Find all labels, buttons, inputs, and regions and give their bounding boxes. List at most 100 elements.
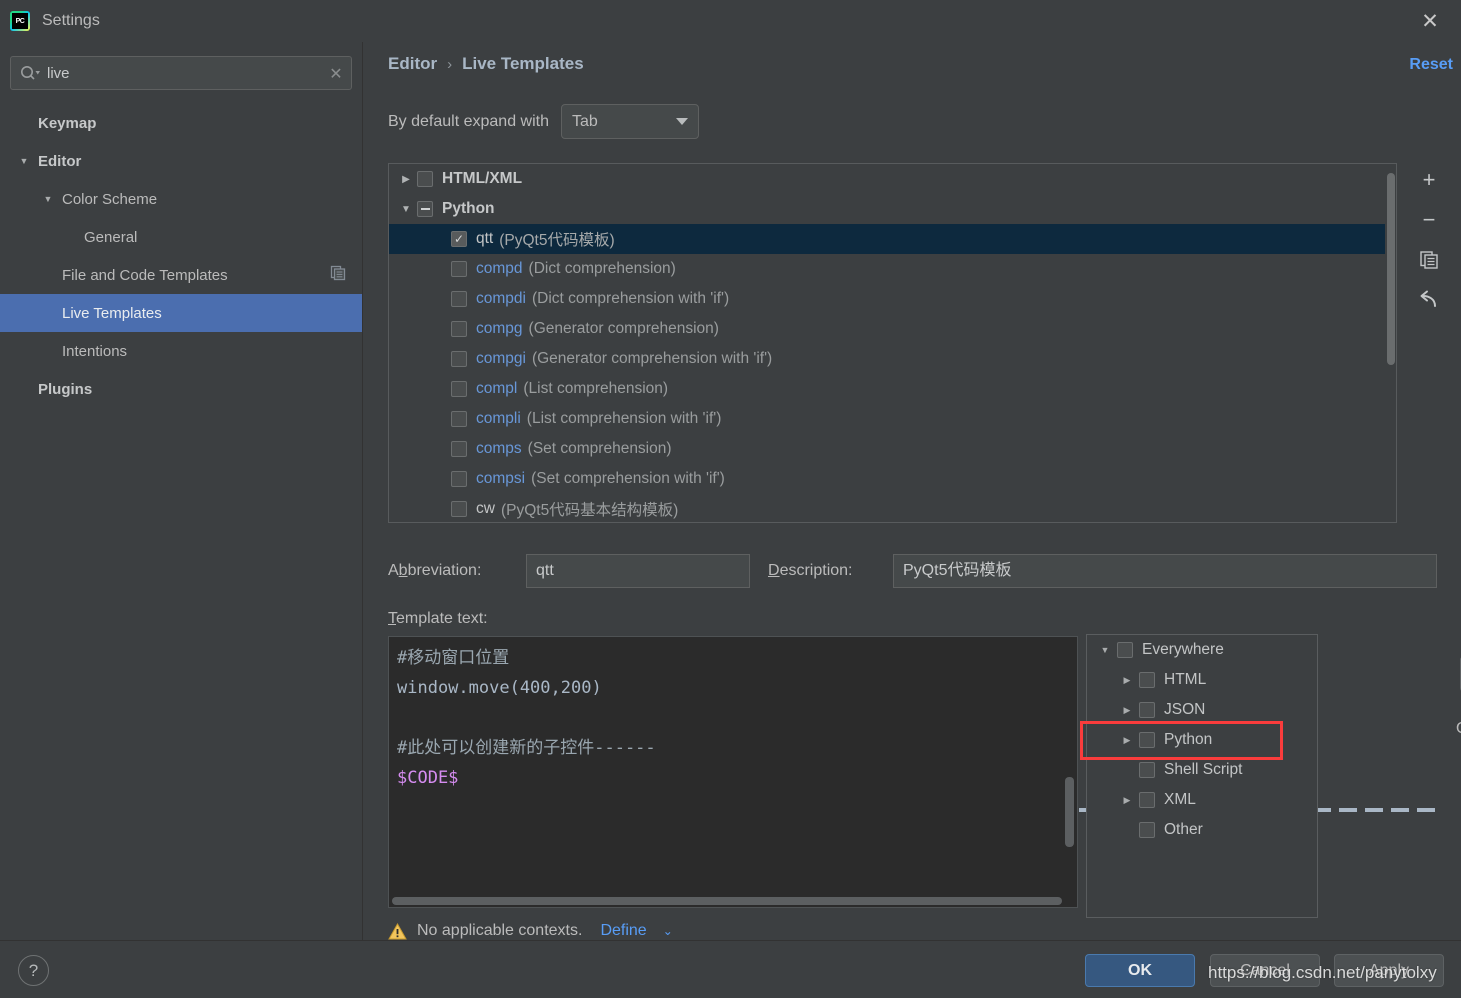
breadcrumb-parent[interactable]: Editor: [388, 54, 437, 74]
default-expand-with-label: By default expand with: [388, 112, 549, 130]
template-row[interactable]: compgi (Generator comprehension with 'if…: [389, 344, 1396, 374]
editor-horizontal-scrollbar[interactable]: [390, 895, 1077, 906]
template-abbreviation: compl: [476, 380, 518, 397]
code-line-comment2: #此处可以创建新的子控件------: [397, 738, 656, 758]
template-checkbox[interactable]: [451, 471, 467, 487]
context-item-python[interactable]: ▶ Python: [1087, 725, 1317, 755]
sidebar-item-general[interactable]: General: [0, 218, 362, 256]
template-description: (List comprehension): [523, 380, 669, 397]
define-link[interactable]: Define: [600, 922, 646, 940]
sidebar-item-color-scheme[interactable]: ▼ Color Scheme: [0, 180, 362, 218]
template-row[interactable]: compg (Generator comprehension): [389, 314, 1396, 344]
abbreviation-input[interactable]: qtt: [526, 554, 750, 588]
template-row[interactable]: comps (Set comprehension): [389, 434, 1396, 464]
context-item-xml[interactable]: ▶ XML: [1087, 785, 1317, 815]
search-input[interactable]: [43, 64, 321, 82]
scrollbar-thumb[interactable]: [1387, 173, 1395, 365]
context-item-label: JSON: [1164, 701, 1206, 718]
copy-icon[interactable]: [1412, 243, 1446, 277]
context-checkbox[interactable]: [1139, 762, 1155, 778]
context-checkbox[interactable]: [1139, 732, 1155, 748]
code-line-comment: #移动窗口位置: [397, 648, 510, 668]
template-row[interactable]: compsi (Set comprehension with 'if'): [389, 464, 1396, 494]
live-templates-tree[interactable]: ▶ HTML/XML ▼ Python ✓ qtt (PyQt5代码模板) co…: [388, 163, 1397, 523]
template-description: (Set comprehension with 'if'): [531, 470, 725, 487]
context-item-label: Shell Script: [1164, 761, 1243, 778]
sidebar-item-file-and-code-templates[interactable]: File and Code Templates: [0, 256, 362, 294]
chevron-right-icon[interactable]: ▶: [1115, 735, 1139, 746]
template-abbreviation: cw: [476, 500, 495, 517]
context-selection-popup[interactable]: ▼ Everywhere ▶ HTML ▶ JSON ▶ Python Shel…: [1086, 634, 1318, 918]
copy-icon[interactable]: [330, 265, 346, 285]
default-expand-with-dropdown[interactable]: Tab: [561, 104, 699, 139]
context-item-shell-script[interactable]: Shell Script: [1087, 755, 1317, 785]
template-row[interactable]: compdi (Dict comprehension with 'if'): [389, 284, 1396, 314]
chevron-right-icon[interactable]: ▶: [395, 174, 417, 185]
chevron-down-icon[interactable]: ▼: [1093, 645, 1117, 655]
template-row[interactable]: ✓ qtt (PyQt5代码模板): [389, 224, 1396, 254]
template-text-editor[interactable]: #移动窗口位置 window.move(400,200) #此处可以创建新的子控…: [388, 636, 1078, 908]
breadcrumb-separator-icon: ›: [447, 55, 453, 73]
context-item-label: HTML: [1164, 671, 1207, 688]
chevron-down-icon[interactable]: ▼: [395, 204, 417, 215]
scrollbar-thumb[interactable]: [1065, 777, 1074, 847]
sidebar-item-live-templates[interactable]: Live Templates: [0, 294, 362, 332]
template-checkbox[interactable]: [451, 411, 467, 427]
context-item-other[interactable]: Other: [1087, 815, 1317, 845]
template-checkbox[interactable]: [451, 381, 467, 397]
template-description: (Dict comprehension): [528, 260, 676, 277]
chevron-down-icon[interactable]: ⌄: [663, 924, 673, 938]
description-input[interactable]: PyQt5代码模板: [893, 554, 1437, 588]
template-row[interactable]: compd (Dict comprehension): [389, 254, 1396, 284]
ok-button[interactable]: OK: [1085, 954, 1195, 987]
context-checkbox[interactable]: [1117, 642, 1133, 658]
template-abbreviation: compli: [476, 410, 521, 427]
close-icon[interactable]: ✕: [1415, 8, 1445, 34]
template-row[interactable]: compli (List comprehension with 'if'): [389, 404, 1396, 434]
minus-icon[interactable]: −: [1412, 203, 1446, 237]
editor-vertical-scrollbar[interactable]: [1065, 777, 1076, 847]
revert-icon[interactable]: [1412, 283, 1446, 317]
template-checkbox[interactable]: ✓: [451, 231, 467, 247]
scrollbar-thumb[interactable]: [392, 897, 1062, 905]
context-checkbox[interactable]: [1139, 702, 1155, 718]
apply-button[interactable]: Apply: [1334, 954, 1444, 987]
help-icon[interactable]: ?: [18, 955, 49, 986]
sidebar-item-intentions[interactable]: Intentions: [0, 332, 362, 370]
cancel-button[interactable]: Cancel: [1210, 954, 1320, 987]
chevron-right-icon[interactable]: ▶: [1115, 705, 1139, 716]
template-checkbox[interactable]: [451, 501, 467, 517]
context-checkbox[interactable]: [1139, 672, 1155, 688]
context-checkbox[interactable]: [1139, 822, 1155, 838]
chevron-right-icon[interactable]: ▶: [1115, 675, 1139, 686]
template-row[interactable]: cw (PyQt5代码基本结构模板): [389, 494, 1396, 522]
template-checkbox[interactable]: [417, 171, 433, 187]
chevron-down-icon[interactable]: ▼: [40, 194, 56, 204]
sidebar-item-keymap[interactable]: Keymap: [0, 104, 362, 142]
reset-link[interactable]: Reset: [1409, 56, 1453, 74]
context-item-html[interactable]: ▶ HTML: [1087, 665, 1317, 695]
template-checkbox[interactable]: [451, 441, 467, 457]
chevron-down-icon[interactable]: ▼: [16, 156, 32, 166]
template-checkbox[interactable]: [451, 261, 467, 277]
template-checkbox[interactable]: [451, 321, 467, 337]
chevron-right-icon[interactable]: ▶: [1115, 795, 1139, 806]
template-group-row[interactable]: ▼ Python: [389, 194, 1396, 224]
template-checkbox[interactable]: [451, 351, 467, 367]
clear-search-icon[interactable]: ✕: [321, 64, 351, 83]
template-checkbox[interactable]: [417, 201, 433, 217]
template-checkbox[interactable]: [451, 291, 467, 307]
sidebar-item-label: File and Code Templates: [62, 266, 228, 284]
templates-scrollbar[interactable]: [1385, 165, 1396, 522]
context-checkbox[interactable]: [1139, 792, 1155, 808]
template-abbreviation: HTML/XML: [442, 170, 523, 187]
sidebar-item-editor[interactable]: ▼ Editor: [0, 142, 362, 180]
template-row[interactable]: compl (List comprehension): [389, 374, 1396, 404]
template-group-row[interactable]: ▶ HTML/XML: [389, 164, 1396, 194]
context-item-json[interactable]: ▶ JSON: [1087, 695, 1317, 725]
search-box[interactable]: ✕: [10, 56, 352, 90]
warning-icon: [388, 922, 407, 940]
sidebar-item-plugins[interactable]: Plugins: [0, 370, 362, 408]
context-item-everywhere[interactable]: ▼ Everywhere: [1087, 635, 1317, 665]
plus-icon[interactable]: +: [1412, 163, 1446, 197]
